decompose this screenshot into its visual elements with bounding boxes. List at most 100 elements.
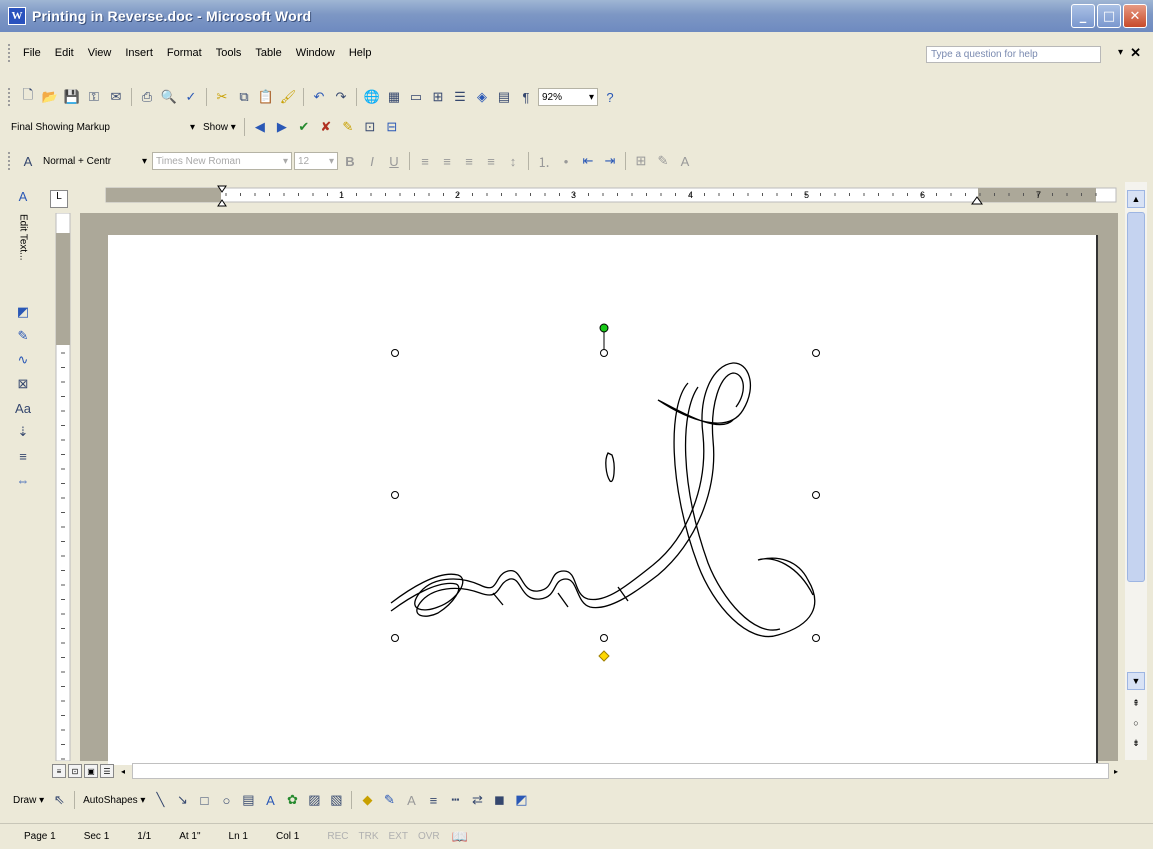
diagram-icon[interactable]: ✿ [282, 790, 302, 810]
menu-help[interactable]: Help [342, 47, 379, 59]
scroll-right-button[interactable]: ▸ [1109, 764, 1123, 778]
menu-insert[interactable]: Insert [118, 47, 160, 59]
browse-object-button[interactable]: ○ [1127, 714, 1145, 732]
wordart-icon[interactable]: A [13, 186, 33, 206]
arrow-style-icon[interactable]: ⇄ [467, 790, 487, 810]
format-painter-icon[interactable]: 🖌 [278, 87, 298, 107]
accept-change-icon[interactable]: ✔ [294, 117, 314, 137]
center-icon[interactable]: ≡ [437, 151, 457, 171]
zoom-select[interactable]: 92% ▾ [538, 88, 598, 106]
menu-tools[interactable]: Tools [209, 47, 249, 59]
previous-page-button[interactable]: ⇞ [1127, 694, 1145, 712]
insert-wordart-icon[interactable]: A [260, 790, 280, 810]
previous-change-icon[interactable]: ◀ [250, 117, 270, 137]
tables-borders-icon[interactable]: ▦ [384, 87, 404, 107]
font-select[interactable]: Times New Roman ▾ [152, 152, 292, 170]
numbering-icon[interactable]: ⒈ [534, 151, 554, 171]
font-color-icon[interactable]: A [401, 790, 421, 810]
wordart-object[interactable] [108, 235, 1098, 765]
copy-icon[interactable]: ⧉ [234, 87, 254, 107]
scroll-up-button[interactable]: ▲ [1127, 190, 1145, 208]
character-spacing-icon[interactable]: ⇔ [13, 470, 33, 490]
insert-comment-icon[interactable]: ✎ [338, 117, 358, 137]
edit-text-button[interactable]: Edit Text... [18, 214, 29, 294]
line-color-icon[interactable]: ✎ [379, 790, 399, 810]
bold-icon[interactable]: B [340, 151, 360, 171]
align-right-icon[interactable]: ≡ [459, 151, 479, 171]
show-hide-icon[interactable]: ¶ [516, 87, 536, 107]
decrease-indent-icon[interactable]: ⇤ [578, 151, 598, 171]
track-changes-icon[interactable]: ⊡ [360, 117, 380, 137]
align-left-icon[interactable]: ≡ [415, 151, 435, 171]
line-icon[interactable]: ╲ [150, 790, 170, 810]
menu-window[interactable]: Window [289, 47, 342, 59]
spelling-icon[interactable]: ✓ [181, 87, 201, 107]
document-page[interactable] [108, 235, 1098, 765]
menubar-grip[interactable] [8, 44, 12, 62]
document-area[interactable] [80, 213, 1118, 765]
close-button[interactable]: ✕ [1123, 4, 1147, 28]
horizontal-scroll-track[interactable] [132, 763, 1109, 779]
new-icon[interactable]: 🗋 [18, 87, 38, 107]
dash-style-icon[interactable]: ┅ [445, 790, 465, 810]
status-ovr[interactable]: OVR [418, 831, 440, 842]
format-wordart-icon[interactable]: ✎ [13, 326, 33, 346]
vertical-text-icon[interactable]: ⇣ [13, 422, 33, 442]
menu-edit[interactable]: Edit [48, 47, 81, 59]
scroll-down-button[interactable]: ▼ [1127, 672, 1145, 690]
alignment-icon[interactable]: ≡ [13, 446, 33, 466]
show-menu-button[interactable]: Show ▾ [200, 122, 239, 133]
help-search-input[interactable]: Type a question for help [926, 46, 1101, 63]
reject-change-icon[interactable]: ✘ [316, 117, 336, 137]
excel-icon[interactable]: ⊞ [428, 87, 448, 107]
outline-view-button[interactable]: ☰ [100, 764, 114, 778]
permission-icon[interactable]: ⚿ [84, 87, 104, 107]
status-ext[interactable]: EXT [388, 831, 407, 842]
underline-icon[interactable]: U [384, 151, 404, 171]
web-layout-button[interactable]: ⊡ [68, 764, 82, 778]
paste-icon[interactable]: 📋 [256, 87, 276, 107]
style-select[interactable]: Normal + Centr ▾ [40, 152, 150, 170]
text-box-icon[interactable]: ▤ [238, 790, 258, 810]
toolbar-grip[interactable] [8, 152, 12, 170]
bullets-icon[interactable]: • [556, 151, 576, 171]
hyperlink-icon[interactable]: 🌐 [362, 87, 382, 107]
save-icon[interactable]: 💾 [62, 87, 82, 107]
draw-menu-button[interactable]: Draw ▾ [10, 795, 47, 806]
redo-icon[interactable]: ↷ [331, 87, 351, 107]
line-spacing-icon[interactable]: ↕ [503, 151, 523, 171]
maximize-button[interactable]: □ [1097, 4, 1121, 28]
drawing-icon[interactable]: ◈ [472, 87, 492, 107]
columns-icon[interactable]: ☰ [450, 87, 470, 107]
document-close-button[interactable]: ✕ [1130, 45, 1141, 61]
print-layout-button[interactable]: ▣ [84, 764, 98, 778]
wordart-gallery-icon[interactable]: ◩ [13, 302, 33, 322]
toolbar-grip[interactable] [8, 88, 12, 106]
open-icon[interactable]: 📂 [40, 87, 60, 107]
arrow-icon[interactable]: ↘ [172, 790, 192, 810]
next-page-button[interactable]: ⇟ [1127, 734, 1145, 752]
menu-table[interactable]: Table [248, 47, 288, 59]
highlight-icon[interactable]: ✎ [653, 151, 673, 171]
rectangle-icon[interactable]: □ [194, 790, 214, 810]
minimize-button[interactable]: _ [1071, 4, 1095, 28]
print-preview-icon[interactable]: 🔍 [159, 87, 179, 107]
next-change-icon[interactable]: ▶ [272, 117, 292, 137]
scroll-left-button[interactable]: ◂ [116, 764, 130, 778]
same-letter-heights-icon[interactable]: Aa [13, 398, 33, 418]
fill-color-icon[interactable]: ◆ [357, 790, 377, 810]
undo-icon[interactable]: ↶ [309, 87, 329, 107]
select-objects-icon[interactable]: ⇖ [49, 790, 69, 810]
oval-icon[interactable]: ○ [216, 790, 236, 810]
italic-icon[interactable]: I [362, 151, 382, 171]
insert-picture-icon[interactable]: ▧ [326, 790, 346, 810]
line-style-icon[interactable]: ≡ [423, 790, 443, 810]
shadow-style-icon[interactable]: ◼ [489, 790, 509, 810]
insert-table-icon[interactable]: ▭ [406, 87, 426, 107]
increase-indent-icon[interactable]: ⇥ [600, 151, 620, 171]
normal-view-button[interactable]: ≡ [52, 764, 66, 778]
wordart-shape-icon[interactable]: ∿ [13, 350, 33, 370]
display-for-review-select[interactable]: Final Showing Markup ▾ [8, 118, 198, 136]
status-trk[interactable]: TRK [358, 831, 378, 842]
menu-file[interactable]: File [16, 47, 48, 59]
